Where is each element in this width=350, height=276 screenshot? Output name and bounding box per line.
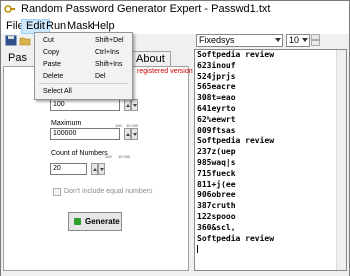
stepper-down-icon[interactable] xyxy=(131,128,138,140)
menu-item-shortcut: Shift+Del xyxy=(95,37,124,44)
output-line: 811+j(ee xyxy=(197,179,236,189)
save-icon[interactable] xyxy=(5,35,17,46)
window-title: Random Password Generator Expert - Passw… xyxy=(21,3,271,15)
menu-item-label: Paste xyxy=(43,61,61,68)
maximum-label: Maximum xyxy=(51,120,82,127)
output-line: 308t=eao xyxy=(197,93,236,103)
minimum-stepper[interactable] xyxy=(124,99,138,111)
output-line-text: Softpedia review xyxy=(197,233,275,243)
chevron-down-icon xyxy=(275,38,281,42)
output-line: 565eacre xyxy=(197,82,236,92)
font-select[interactable]: Fixedsys xyxy=(196,34,283,47)
count-label: Count of Numbers xyxy=(51,150,108,157)
menu-item-paste[interactable]: Paste Shift+Ins xyxy=(35,59,132,71)
tab-about[interactable]: About xyxy=(130,51,171,66)
output-line: 360&scl, xyxy=(197,222,236,232)
vertical-scrollbar[interactable] xyxy=(336,50,346,270)
stepper-up-icon[interactable] xyxy=(91,163,98,175)
count-scale-high: 10 000 xyxy=(118,154,131,159)
menu-item-label: Select All xyxy=(43,88,72,95)
output-line: 715fueck xyxy=(197,168,236,178)
no-equal-label: Don't include equal numbers xyxy=(64,188,153,195)
menu-item-shortcut: Del xyxy=(95,73,106,80)
tab-password[interactable]: Pas xyxy=(3,51,32,66)
maximum-input[interactable]: 100000 xyxy=(50,128,120,140)
output-line: 237z(uep xyxy=(197,147,236,157)
edit-menu-dropdown: Cut Shift+Del Copy Ctrl+Ins Paste Shift+… xyxy=(34,32,133,100)
run-icon xyxy=(74,218,81,225)
menu-item-label: Delete xyxy=(43,73,64,80)
output-line: Softpedia review xyxy=(197,50,275,59)
font-select-value: Fixedsys xyxy=(199,35,235,45)
output-text-area[interactable]: Softpedia review 623inouf 524jprjs 565ea… xyxy=(194,49,347,271)
text-cursor xyxy=(197,244,198,253)
maximum-stepper[interactable] xyxy=(124,128,138,140)
font-size-value: 10 xyxy=(289,35,300,45)
menu-item-copy[interactable]: Copy Ctrl+Ins xyxy=(35,47,132,59)
stepper-up-icon[interactable] xyxy=(124,99,131,111)
app-window: Random Password Generator Expert - Passw… xyxy=(0,0,350,276)
output-line: 524jprjs xyxy=(197,71,236,81)
key-icon xyxy=(4,5,15,13)
minimum-input[interactable]: 100 xyxy=(50,99,120,111)
text-cursor-line xyxy=(195,244,346,255)
count-stepper[interactable] xyxy=(91,163,105,175)
stepper-down-icon[interactable] xyxy=(311,40,320,46)
output-line: Softpedia review xyxy=(197,136,275,146)
output-line: 623inouf xyxy=(197,60,236,70)
stepper-down-icon[interactable] xyxy=(131,99,138,111)
open-icon[interactable] xyxy=(19,35,31,46)
menu-item-label: Cut xyxy=(43,37,54,44)
menu-item-cut[interactable]: Cut Shift+Del xyxy=(35,35,132,47)
menu-item-shortcut: Shift+Ins xyxy=(95,61,123,68)
output-line: 62%eewrt xyxy=(197,114,236,124)
no-equal-checkbox[interactable] xyxy=(53,188,61,196)
menu-item-shortcut: Ctrl+Ins xyxy=(95,49,120,56)
registered-version-text: registered version xyxy=(137,68,193,75)
count-scale-low: 100 xyxy=(105,154,112,159)
font-size-select[interactable]: 10 xyxy=(286,34,310,47)
font-size-stepper[interactable] xyxy=(311,34,320,47)
title-bar: Random Password Generator Expert - Passw… xyxy=(1,1,349,18)
generate-button[interactable]: Generate xyxy=(68,212,122,231)
menu-item-delete[interactable]: Delete Del xyxy=(35,71,132,83)
output-line: 387cruth xyxy=(197,201,236,211)
output-line: 122spooo xyxy=(197,211,236,221)
status-bar xyxy=(1,272,349,276)
stepper-up-icon[interactable] xyxy=(124,128,131,140)
count-input[interactable]: 20 xyxy=(50,163,87,175)
menu-separator xyxy=(39,83,128,84)
stepper-down-icon[interactable] xyxy=(98,163,105,175)
menu-item-select-all[interactable]: Select All xyxy=(35,86,132,98)
output-line: Softpedia review xyxy=(195,234,346,245)
output-line: 985waq|s xyxy=(197,157,236,167)
menu-item-label: Copy xyxy=(43,49,60,56)
output-line: 641eyrto xyxy=(197,103,236,113)
output-line: 906obree xyxy=(197,190,236,200)
generate-label: Generate xyxy=(85,217,120,226)
output-line: 009ftsas xyxy=(197,125,236,135)
chevron-down-icon xyxy=(302,38,308,42)
